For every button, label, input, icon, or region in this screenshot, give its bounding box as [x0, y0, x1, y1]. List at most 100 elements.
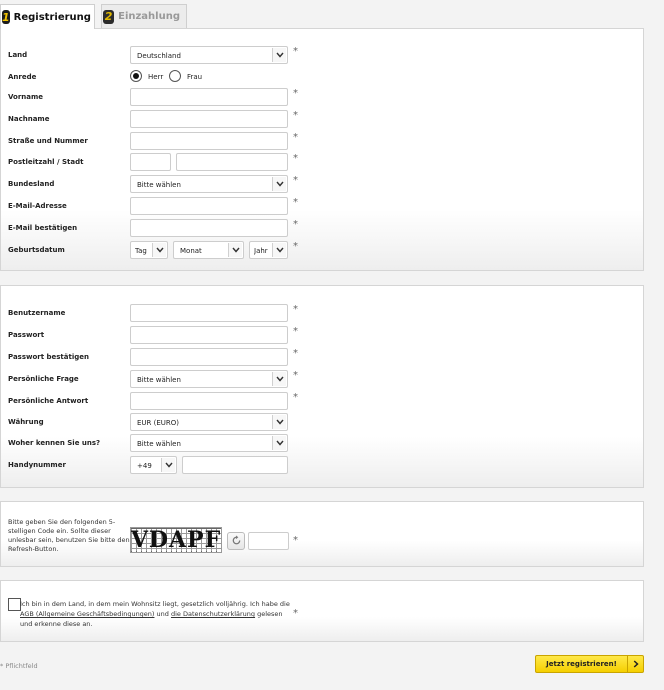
- required-star: *: [293, 219, 298, 230]
- password-row: Passwort *: [1, 326, 645, 344]
- country-select[interactable]: Deutschland: [130, 46, 288, 64]
- question-row: Persönliche Frage Bitte wählen *: [1, 370, 645, 388]
- tab-label: Registrierung: [13, 11, 91, 23]
- tab-registrierung[interactable]: 1 Registrierung: [0, 4, 95, 29]
- currency-label: Währung: [8, 418, 44, 426]
- privacy-link[interactable]: die Datenschutzerklärung: [171, 610, 255, 618]
- phone-label: Handynummer: [8, 461, 66, 469]
- required-star: *: [293, 348, 298, 359]
- firstname-label: Vorname: [8, 93, 44, 101]
- state-row: Bundesland Bitte wählen *: [1, 175, 645, 193]
- city-input[interactable]: [176, 153, 288, 171]
- account-data-panel: Benutzername * Passwort * Passwort bestä…: [0, 285, 644, 488]
- refresh-icon: [231, 534, 242, 548]
- birth-day-select[interactable]: Tag: [130, 241, 168, 259]
- chevron-down-icon: [152, 243, 166, 257]
- email-input[interactable]: [130, 197, 288, 215]
- lastname-label: Nachname: [8, 115, 50, 123]
- agb-link[interactable]: AGB (Allgemeine Geschäftsbedingungen): [20, 610, 154, 618]
- step-1-badge: 1: [2, 10, 10, 24]
- chevron-down-icon: [272, 243, 286, 257]
- email-row: E-Mail-Adresse *: [1, 197, 645, 215]
- question-select[interactable]: Bitte wählen: [130, 370, 288, 388]
- phone-prefix-value: +49: [137, 462, 152, 470]
- required-star: *: [293, 304, 298, 315]
- step-2-badge: 2: [103, 9, 115, 24]
- required-star: *: [293, 132, 298, 143]
- zip-city-label: Postleitzahl / Stadt: [8, 158, 84, 166]
- password-confirm-row: Passwort bestätigen *: [1, 348, 645, 366]
- chevron-down-icon: [272, 372, 286, 386]
- email-confirm-label: E-Mail bestätigen: [8, 224, 78, 232]
- required-star: *: [293, 110, 298, 121]
- required-star: *: [293, 392, 298, 403]
- phone-row: Handynummer +49: [1, 456, 645, 474]
- terms-text: Ich bin in dem Land, in dem mein Wohnsit…: [20, 599, 292, 629]
- salutation-label: Anrede: [8, 73, 37, 81]
- tab-label: Einzahlung: [118, 11, 180, 22]
- answer-label: Persönliche Antwort: [8, 397, 89, 405]
- country-label: Land: [8, 51, 28, 59]
- answer-input[interactable]: [130, 392, 288, 410]
- required-star: *: [293, 197, 298, 208]
- required-field-note: * Pflichtfeld: [0, 662, 38, 670]
- username-row: Benutzername *: [1, 304, 645, 322]
- captcha-image: VDAPF: [130, 527, 222, 553]
- email-label: E-Mail-Adresse: [8, 202, 67, 210]
- firstname-input[interactable]: [130, 88, 288, 106]
- chevron-down-icon: [272, 436, 286, 450]
- referral-select[interactable]: Bitte wählen: [130, 434, 288, 452]
- chevron-down-icon: [272, 177, 286, 191]
- required-star: *: [293, 241, 298, 252]
- zip-input[interactable]: [130, 153, 171, 171]
- password-input[interactable]: [130, 326, 288, 344]
- required-star: *: [293, 326, 298, 337]
- captcha-refresh-button[interactable]: [227, 532, 245, 550]
- password-confirm-label: Passwort bestätigen: [8, 353, 89, 361]
- question-label: Persönliche Frage: [8, 375, 79, 383]
- chevron-down-icon: [161, 458, 175, 472]
- chevron-down-icon: [272, 415, 286, 429]
- birth-day-value: Tag: [135, 247, 147, 255]
- salutation-row: Anrede Herr Frau: [1, 68, 645, 86]
- required-star: *: [293, 175, 298, 186]
- phone-prefix-select[interactable]: +49: [130, 456, 177, 474]
- birthdate-row: Geburtsdatum Tag Monat Jahr *: [1, 241, 645, 259]
- state-select[interactable]: Bitte wählen: [130, 175, 288, 193]
- referral-row: Woher kennen Sie uns? Bitte wählen: [1, 434, 645, 452]
- register-button[interactable]: Jetzt registrieren!: [535, 655, 644, 673]
- captcha-input[interactable]: [248, 532, 289, 550]
- captcha-code: VDAPF: [130, 527, 222, 553]
- answer-row: Persönliche Antwort *: [1, 392, 645, 410]
- captcha-instructions: Bitte geben Sie den folgenden 5-stellige…: [8, 518, 130, 553]
- country-row: Land Deutschland *: [1, 46, 645, 64]
- password-confirm-input[interactable]: [130, 348, 288, 366]
- lastname-row: Nachname *: [1, 110, 645, 128]
- required-star: *: [293, 46, 298, 57]
- terms-text-middle: und: [154, 610, 171, 618]
- username-input[interactable]: [130, 304, 288, 322]
- tab-einzahlung[interactable]: 2 Einzahlung: [101, 4, 187, 28]
- state-label: Bundesland: [8, 180, 55, 188]
- email-confirm-input[interactable]: [130, 219, 288, 237]
- username-label: Benutzername: [8, 309, 66, 317]
- phone-number-input[interactable]: [182, 456, 288, 474]
- birth-year-select[interactable]: Jahr: [249, 241, 288, 259]
- chevron-down-icon: [272, 48, 286, 62]
- currency-select[interactable]: EUR (EURO): [130, 413, 288, 431]
- radio-frau[interactable]: [169, 70, 181, 82]
- street-label: Straße und Nummer: [8, 137, 88, 145]
- radio-frau-label: Frau: [187, 73, 203, 81]
- radio-herr[interactable]: [130, 70, 142, 82]
- street-input[interactable]: [130, 132, 288, 150]
- firstname-row: Vorname *: [1, 88, 645, 106]
- lastname-input[interactable]: [130, 110, 288, 128]
- required-star: *: [293, 153, 298, 164]
- birth-month-select[interactable]: Monat: [173, 241, 244, 259]
- password-label: Passwort: [8, 331, 45, 339]
- birthdate-label: Geburtsdatum: [8, 246, 65, 254]
- email-confirm-row: E-Mail bestätigen *: [1, 219, 645, 237]
- referral-value: Bitte wählen: [137, 440, 181, 448]
- terms-text-before: Ich bin in dem Land, in dem mein Wohnsit…: [20, 600, 290, 608]
- referral-label: Woher kennen Sie uns?: [8, 439, 101, 447]
